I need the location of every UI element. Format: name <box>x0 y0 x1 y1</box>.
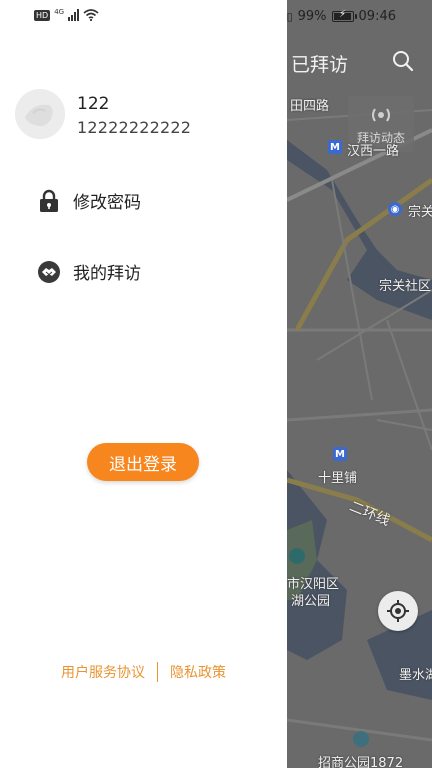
map-label: 墨水湖 <box>399 668 432 683</box>
map-label: 招商公园1872 <box>318 756 404 768</box>
signal-icon <box>68 9 80 21</box>
map-label: 十里铺 <box>318 471 358 486</box>
map-label: 宗关社区 <box>379 279 432 294</box>
locate-button[interactable] <box>378 591 418 631</box>
footer-divider <box>157 662 158 682</box>
map-title: 已拜访 <box>291 54 349 76</box>
status-left: HD 4G <box>34 8 99 21</box>
lock-icon <box>37 189 61 213</box>
broadcast-icon <box>372 107 390 122</box>
map-label: 宗关 <box>408 205 432 220</box>
privacy-policy-link[interactable]: 隐私政策 <box>170 662 226 682</box>
vibrate-icon: ▯ <box>286 10 293 23</box>
avatar[interactable] <box>15 89 65 139</box>
search-icon[interactable] <box>391 49 415 77</box>
side-drawer: 122 12222222222 修改密码 我的拜访 退出登录 用户服务协议 隐私… <box>0 0 287 768</box>
handshake-icon <box>37 260 61 284</box>
crosshair-icon <box>387 600 409 622</box>
menu-item-change-password[interactable]: 修改密码 <box>37 188 141 213</box>
battery-icon: ⚡ <box>331 9 357 22</box>
park-icon <box>353 731 369 747</box>
menu-item-my-visits[interactable]: 我的拜访 <box>37 259 141 284</box>
user-name: 122 <box>77 94 110 114</box>
metro-icon: M <box>333 447 347 461</box>
avatar-placeholder-icon <box>15 89 65 139</box>
map-label: 汉西一路 <box>347 144 400 159</box>
network-type: 4G <box>54 8 65 16</box>
status-right: ▯ 99% ⚡ 09:46 <box>287 9 396 24</box>
metro-icon: ◉ <box>388 202 402 216</box>
wifi-icon <box>83 9 99 21</box>
map-label: 田四路 <box>290 99 330 114</box>
map-label: 湖公园 <box>291 594 331 609</box>
menu-item-label: 修改密码 <box>73 193 141 213</box>
user-phone: 12222222222 <box>77 118 192 137</box>
map-view[interactable]: 已拜访 拜访动态 田四路 M 汉西一路 ◉ 宗关 宗关社区 M 十里铺 二环线 … <box>287 0 432 768</box>
metro-icon: M <box>328 140 342 154</box>
footer-links: 用户服务协议 隐私政策 <box>0 662 287 682</box>
menu-item-label: 我的拜访 <box>73 264 141 284</box>
user-agreement-link[interactable]: 用户服务协议 <box>61 662 145 682</box>
park-icon <box>289 548 305 564</box>
clock: 09:46 <box>358 9 396 24</box>
status-bar: HD 4G ▯ 99% ⚡ 09:46 <box>0 0 432 34</box>
hd-badge: HD <box>34 9 51 21</box>
logout-button[interactable]: 退出登录 <box>87 443 199 481</box>
battery-percent: 99% <box>297 9 327 24</box>
charging-icon: ⚡ <box>339 9 347 20</box>
